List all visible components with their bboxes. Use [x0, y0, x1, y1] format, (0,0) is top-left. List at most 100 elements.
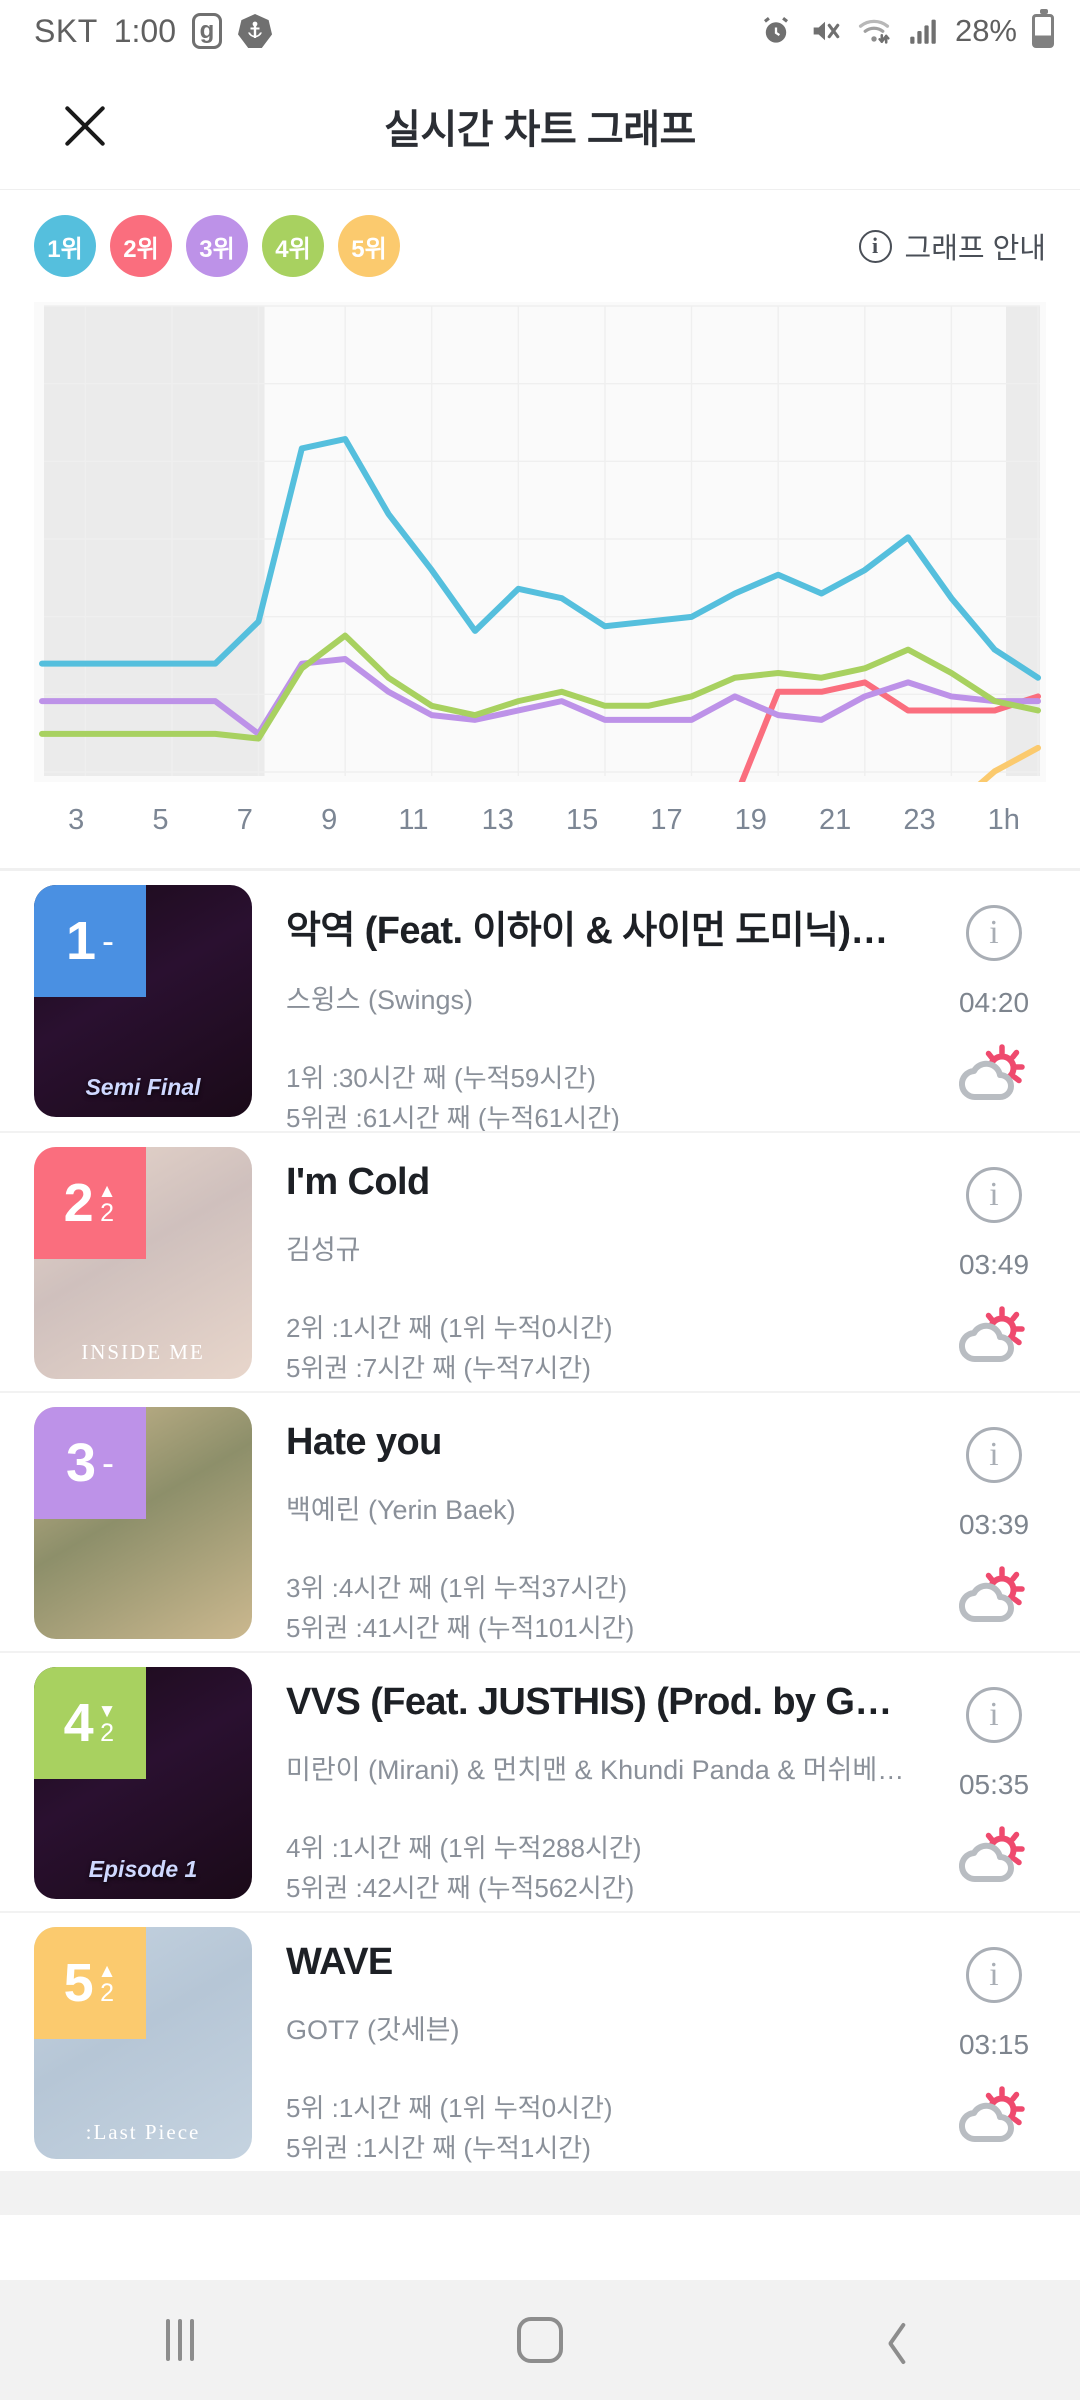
chart-x-axis: 3 5 7 9 11 13 15 17 19 21 23 1h [34, 782, 1046, 858]
rank-number: 4 [63, 1693, 94, 1753]
x-tick-2: 7 [236, 803, 253, 836]
song-meta: i 04:20 [934, 885, 1054, 1105]
mute-icon [808, 14, 842, 48]
graph-guide-label: 그래프 안내 [904, 233, 1046, 265]
stat-line-top5-hours: 5위권 :42시간 째 (누적562시간) [286, 1872, 635, 1903]
rank-number: 1 [65, 911, 97, 971]
x-tick-6: 15 [566, 803, 599, 836]
status-bar-left: SKT 1:00 g [34, 12, 273, 50]
home-icon[interactable] [360, 2317, 720, 2363]
song-row[interactable]: 3- Hate you 백예린 (Yerin Baek) 3위 :4시간 째 (1위 … [0, 1391, 1080, 1651]
legend-chip-3[interactable]: 3위 [186, 215, 248, 277]
album-art[interactable]: Episode 1 4 ▼ 2 [34, 1667, 252, 1899]
sun-cloud-icon [958, 1043, 1030, 1105]
stat-line-rank-hours: 4위 :1시간 째 (1위 누적288시간) [286, 1833, 642, 1863]
album-art-caption: Semi Final [85, 1074, 201, 1100]
page-title: 실시간 차트 그래프 [384, 107, 696, 152]
song-title: I'm Cold [286, 1161, 430, 1203]
sun-cloud-icon [958, 2085, 1030, 2147]
x-tick-8: 19 [734, 803, 767, 836]
clock-label: 1:00 [113, 12, 177, 49]
album-art[interactable]: :Last Piece 5 ▲ 2 [34, 1927, 252, 2159]
wifi-icon [857, 14, 891, 48]
close-icon[interactable] [54, 95, 116, 157]
chart-area: 3 5 7 9 11 13 15 17 19 21 23 1h [0, 302, 1080, 858]
legend-chip-2[interactable]: 2위 [110, 215, 172, 277]
battery-percent-label: 28% [954, 13, 1017, 48]
rank-badge: 3- [34, 1407, 146, 1519]
song-artist: 백예린 (Yerin Baek) [286, 1495, 516, 1525]
chart-shaded-past [44, 306, 265, 776]
rank-line-chart[interactable] [34, 302, 1046, 782]
song-duration: 05:35 [958, 1769, 1030, 1800]
stat-line-rank-hours: 1위 :30시간 째 (누적59시간) [286, 1063, 596, 1093]
song-info: VVS (Feat. JUSTHIS) (Prod. by Groovy… 미란이… [252, 1667, 934, 1908]
info-icon[interactable]: i [966, 1687, 1022, 1743]
x-tick-4: 11 [398, 803, 429, 836]
android-nav-bar [0, 2280, 1080, 2400]
rank-number: 5 [63, 1953, 94, 2013]
album-art-caption: Episode 1 [88, 1856, 198, 1882]
rank-delta-label: 2 [100, 1979, 114, 2007]
song-row[interactable]: Semi Final 1- 악역 (Feat. 이하이 & 사이먼 도미닉) (Pr… [0, 871, 1080, 1133]
song-artist: 김성규 [286, 1235, 361, 1265]
song-title: WAVE [286, 1941, 393, 1983]
alarm-icon [759, 14, 793, 48]
rank-legend-chips: 1위 2위 3위 4위 5위 [34, 215, 400, 277]
album-art[interactable]: INSIDE ME 2 ▲ 2 [34, 1147, 252, 1379]
song-title: Hate you [286, 1421, 442, 1463]
song-title: 악역 (Feat. 이하이 & 사이먼 도미닉) (Prod… [286, 910, 896, 952]
legend-chip-3-label: 3위 [199, 235, 235, 263]
album-art-caption: INSIDE ME [81, 1340, 205, 1364]
rank-change-group: ▼ 2 [98, 1702, 117, 1746]
rank-change-group: ▲ 2 [98, 1182, 117, 1226]
sun-cloud-icon [958, 1305, 1030, 1367]
song-duration: 03:39 [958, 1509, 1030, 1540]
info-icon[interactable]: i [966, 905, 1022, 961]
recents-icon[interactable] [0, 2319, 360, 2361]
info-icon[interactable]: i [966, 1947, 1022, 2003]
x-tick-1: 5 [152, 803, 169, 836]
legend-chip-4[interactable]: 4위 [262, 215, 324, 277]
info-icon[interactable]: i [966, 1427, 1022, 1483]
album-art[interactable]: 3- [34, 1407, 252, 1639]
song-info: WAVE GOT7 (갓세븐) 5위 :1시간 째 (1위 누적0시간) 5위권 :1… [252, 1927, 934, 2168]
page-header: 실시간 차트 그래프 [0, 62, 1080, 190]
x-tick-10: 23 [903, 803, 936, 836]
sun-cloud-icon [958, 1825, 1030, 1887]
legend-chip-2-label: 2위 [123, 235, 159, 263]
g-badge-icon: g [192, 13, 223, 49]
sun-cloud-icon [958, 1565, 1030, 1627]
rank-badge: 4 ▼ 2 [34, 1667, 146, 1779]
song-info: Hate you 백예린 (Yerin Baek) 3위 :4시간 째 (1위 누적… [252, 1407, 934, 1648]
song-meta: i 03:15 [934, 1927, 1054, 2147]
legend-chip-1[interactable]: 1위 [34, 215, 96, 277]
song-artist: GOT7 (갓세븐) [286, 2015, 460, 2045]
legend-chip-5[interactable]: 5위 [338, 215, 400, 277]
song-row[interactable]: INSIDE ME 2 ▲ 2 I'm Cold 김성규 2위 :1시간 째 (1위 누적0… [0, 1131, 1080, 1391]
info-icon[interactable]: i [966, 1167, 1022, 1223]
rank-delta-label: 2 [100, 1719, 114, 1747]
graph-guide-button[interactable]: i 그래프 안내 [858, 225, 1046, 267]
song-meta: i 03:49 [934, 1147, 1054, 1367]
song-stats: 5위 :1시간 째 (1위 누적0시간) 5위권 :1시간 째 (누적1시간) [286, 2089, 934, 2168]
rank-delta-label: 2 [100, 1199, 114, 1227]
carrier-label: SKT [34, 12, 98, 49]
album-art-caption: :Last Piece [85, 2120, 201, 2144]
status-bar: SKT 1:00 g 28% [0, 0, 1080, 62]
album-art[interactable]: Semi Final 1- [34, 885, 252, 1117]
song-row[interactable]: :Last Piece 5 ▲ 2 WAVE GOT7 (갓세븐) 5위 :1시간 째 (1… [0, 1911, 1080, 2171]
legend-chip-5-label: 5위 [351, 235, 387, 263]
stat-line-rank-hours: 3위 :4시간 째 (1위 누적37시간) [286, 1573, 628, 1603]
song-stats: 1위 :30시간 째 (누적59시간) 5위권 :61시간 째 (누적61시간) [286, 1059, 934, 1138]
rank-change-none-icon: - [102, 1442, 115, 1483]
song-title: VVS (Feat. JUSTHIS) (Prod. by Groovy… [286, 1681, 896, 1723]
back-icon[interactable] [720, 2318, 1080, 2362]
rank-change-group: ▲ 2 [98, 1962, 117, 2006]
song-row[interactable]: Episode 1 4 ▼ 2 VVS (Feat. JUSTHIS) (Prod. b… [0, 1651, 1080, 1911]
chart-svg [34, 302, 1046, 782]
signal-icon [906, 14, 940, 48]
stat-line-top5-hours: 5위권 :41시간 째 (누적101시간) [286, 1612, 635, 1643]
rank-badge: 1- [34, 885, 146, 997]
song-duration: 03:49 [958, 1249, 1030, 1280]
